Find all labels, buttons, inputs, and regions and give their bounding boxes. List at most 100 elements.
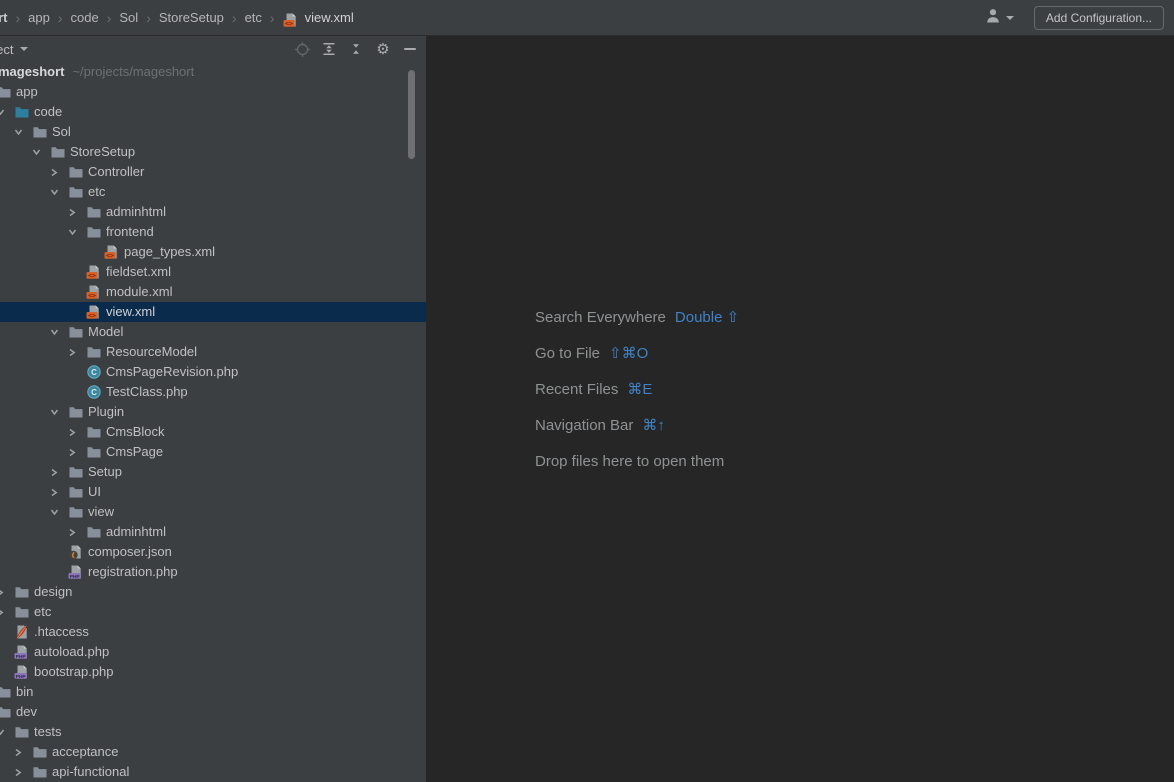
folder-icon <box>50 144 66 160</box>
collapse-all-icon[interactable] <box>347 40 365 58</box>
hide-panel-icon[interactable] <box>401 40 419 58</box>
breadcrumb-item-app[interactable]: app <box>27 10 51 25</box>
tree-scrollbar-thumb[interactable] <box>408 70 415 159</box>
expand-chevron-icon[interactable] <box>68 208 76 217</box>
collapse-chevron-icon[interactable] <box>50 408 59 416</box>
tree-item-storesetup[interactable]: StoreSetup <box>0 142 426 162</box>
expand-chevron-icon[interactable] <box>0 608 4 617</box>
project-root-path: ~/projects/mageshort <box>72 64 195 79</box>
tree-item-label: StoreSetup <box>70 144 136 159</box>
xml-file-icon: <> <box>86 304 102 320</box>
expand-chevron-icon[interactable] <box>68 348 76 357</box>
expand-chevron-icon[interactable] <box>68 528 76 537</box>
expand-chevron-icon[interactable] <box>68 428 76 437</box>
breadcrumb-item-storesetup[interactable]: StoreSetup <box>158 10 225 25</box>
tree-item-design[interactable]: design <box>0 582 426 602</box>
tree-item-view-xml[interactable]: <> view.xml <box>0 302 426 322</box>
tree-item-cmsblock[interactable]: CmsBlock <box>0 422 426 442</box>
tree-item-setup[interactable]: Setup <box>0 462 426 482</box>
folder-icon <box>86 444 102 460</box>
collapse-chevron-icon[interactable] <box>32 148 41 156</box>
tree-item-api-functional[interactable]: api-functional <box>0 762 426 782</box>
project-panel-toolbar: ⚙ <box>293 36 419 62</box>
tree-item-adminhtml[interactable]: adminhtml <box>0 202 426 222</box>
tree-item-cmspage[interactable]: CmsPage <box>0 442 426 462</box>
expand-chevron-icon[interactable] <box>50 488 58 497</box>
tree-item-testclass-php[interactable]: C TestClass.php <box>0 382 426 402</box>
breadcrumb-separator-icon: › <box>146 9 151 26</box>
tree-item-label: adminhtml <box>106 524 166 539</box>
tree-item-page-types-xml[interactable]: <> page_types.xml <box>0 242 426 262</box>
tree-item-label: module.xml <box>106 284 173 299</box>
tree-item-bootstrap-php[interactable]: PHP bootstrap.php <box>0 662 426 682</box>
collapse-chevron-icon[interactable] <box>0 108 5 116</box>
tree-item-resourcemodel[interactable]: ResourceModel <box>0 342 426 362</box>
tree-item-controller[interactable]: Controller <box>0 162 426 182</box>
tree-item-composer-json[interactable]: composer.json <box>0 542 426 562</box>
xml-file-icon: <> <box>104 244 120 260</box>
collapse-chevron-icon[interactable] <box>50 508 59 516</box>
htaccess-file-icon <box>14 624 30 640</box>
tree-item-etc[interactable]: etc <box>0 182 426 202</box>
expand-chevron-icon[interactable] <box>50 468 58 477</box>
tree-item-sol[interactable]: Sol <box>0 122 426 142</box>
shortcut-keys: ⌘↑ <box>642 417 665 434</box>
tree-item-fieldset-xml[interactable]: <> fieldset.xml <box>0 262 426 282</box>
tree-item-code[interactable]: code <box>0 102 426 122</box>
folder-icon <box>0 684 12 700</box>
collapse-chevron-icon[interactable] <box>14 128 23 136</box>
add-configuration-button[interactable]: Add Configuration... <box>1033 5 1164 30</box>
user-menu[interactable] <box>985 8 1014 28</box>
collapse-chevron-icon[interactable] <box>68 228 77 236</box>
tree-item-mageshort[interactable]: mageshort ~/projects/mageshort <box>0 62 426 82</box>
project-view-selector[interactable]: Project <box>0 36 29 62</box>
folder-icon <box>68 164 84 180</box>
tree-item-dev[interactable]: dev <box>0 702 426 722</box>
tree-item-ui[interactable]: UI <box>0 482 426 502</box>
tree-item-label: CmsBlock <box>106 424 165 439</box>
breadcrumb-item-etc[interactable]: etc <box>244 10 263 25</box>
tree-item-frontend[interactable]: frontend <box>0 222 426 242</box>
tree-item-label: design <box>34 584 73 599</box>
tree-item-plugin[interactable]: Plugin <box>0 402 426 422</box>
tree-item-autoload-php[interactable]: PHP autoload.php <box>0 642 426 662</box>
breadcrumb-item-view-xml[interactable]: view.xml <box>304 10 355 25</box>
tree-item-label: api-functional <box>52 764 130 779</box>
tree-item-htaccess[interactable]: .htaccess <box>0 622 426 642</box>
collapse-chevron-icon[interactable] <box>50 188 59 196</box>
tree-item-label: Sol <box>52 124 71 139</box>
breadcrumb-item-code[interactable]: code <box>70 10 100 25</box>
expand-chevron-icon[interactable] <box>50 168 58 177</box>
collapse-chevron-icon[interactable] <box>50 328 59 336</box>
tree-item-label: tests <box>34 724 62 739</box>
locate-icon[interactable] <box>293 40 311 58</box>
expand-chevron-icon[interactable] <box>68 448 76 457</box>
expand-chevron-icon[interactable] <box>14 768 22 777</box>
collapse-chevron-icon[interactable] <box>0 728 5 736</box>
expand-chevron-icon[interactable] <box>14 748 22 757</box>
tree-item-tests[interactable]: tests <box>0 722 426 742</box>
tree-item-label: CmsPage <box>106 444 164 459</box>
folder-icon <box>68 504 84 520</box>
breadcrumb-item-sol[interactable]: Sol <box>118 10 139 25</box>
folder-icon <box>86 344 102 360</box>
project-panel-title: Project <box>0 41 14 57</box>
tree-item-app[interactable]: app <box>0 82 426 102</box>
tree-item-etc[interactable]: etc <box>0 602 426 622</box>
project-tool-window: Project ⚙ mageshort~/projects/mageshort a… <box>0 36 426 782</box>
tree-item-module-xml[interactable]: <> module.xml <box>0 282 426 302</box>
expand-all-icon[interactable] <box>320 40 338 58</box>
php-class-icon: C <box>86 364 102 380</box>
tree-item-cmspagerevision-php[interactable]: C CmsPageRevision.php <box>0 362 426 382</box>
tree-item-adminhtml[interactable]: adminhtml <box>0 522 426 542</box>
folder-icon <box>86 424 102 440</box>
svg-text:<>: <> <box>285 19 293 27</box>
tree-item-acceptance[interactable]: acceptance <box>0 742 426 762</box>
expand-chevron-icon[interactable] <box>0 588 4 597</box>
tree-item-registration-php[interactable]: PHP registration.php <box>0 562 426 582</box>
tree-item-model[interactable]: Model <box>0 322 426 342</box>
settings-gear-icon[interactable]: ⚙ <box>374 40 392 58</box>
breadcrumb-item-mageshort[interactable]: mageshort <box>0 10 8 25</box>
tree-item-view[interactable]: view <box>0 502 426 522</box>
tree-item-bin[interactable]: bin <box>0 682 426 702</box>
